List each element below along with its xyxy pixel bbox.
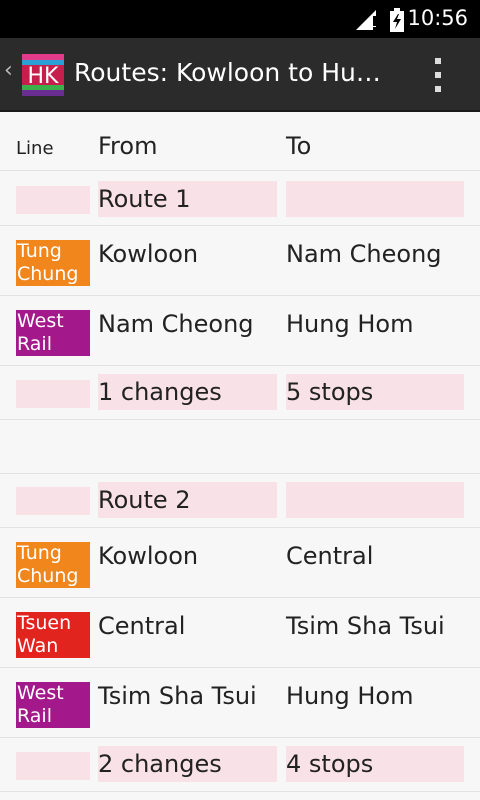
line-badge: Tung Chung [16,542,90,588]
table-row[interactable]: Tsuen Wan Central Tsim Sha Tsui [0,598,480,668]
spacer-row [0,420,480,474]
table-row[interactable]: Tung Chung Kowloon Central [0,528,480,598]
route-summary-row: 2 changes 4 stops [0,738,480,792]
stops-count: 5 stops [286,378,374,406]
to-station: Nam Cheong [286,240,442,268]
route-empty-cell [286,482,464,518]
changes-count: 1 changes [98,378,222,406]
table-row[interactable]: West Rail Tsim Sha Tsui Hung Hom [0,668,480,738]
clock: 10:56 [407,6,468,30]
from-station: Tsim Sha Tsui [98,682,257,710]
status-bar: 10:56 [0,0,480,38]
empty-line-cell [16,186,90,214]
table-row[interactable]: Tung Chung Kowloon Nam Cheong [0,226,480,296]
action-bar: ‹ HK Routes: Kowloon to Hun… [0,38,480,112]
stops-count: 4 stops [286,750,374,778]
changes-count: 2 changes [98,750,222,778]
line-badge: Tung Chung [16,240,90,286]
to-station: Hung Hom [286,310,414,338]
from-station: Kowloon [98,542,199,570]
table-row[interactable]: West Rail Nam Cheong Hung Hom [0,296,480,366]
page-title: Routes: Kowloon to Hun… [74,58,394,87]
route-header-row: Route 1 [0,171,480,226]
empty-line-cell [16,487,90,515]
overflow-menu-icon[interactable] [428,56,448,94]
table-header: Line From To [0,112,480,171]
signal-icon [356,10,376,30]
battery-charging-icon [390,8,404,32]
route-empty-cell [286,181,464,217]
from-station: Central [98,612,186,640]
header-line: Line [16,138,54,159]
to-station: Tsim Sha Tsui [286,612,445,640]
route-label: Route 2 [98,486,191,514]
header-to: To [286,132,312,160]
route-label: Route 1 [98,185,191,213]
header-from: From [98,132,158,160]
line-badge: Tsuen Wan [16,612,90,658]
app-icon[interactable]: HK [22,54,64,96]
line-badge: West Rail [16,682,90,728]
app-icon-text: HK [28,64,60,89]
empty-line-cell [16,752,90,780]
empty-line-cell [16,380,90,408]
back-chevron-icon[interactable]: ‹ [4,58,13,83]
from-station: Kowloon [98,240,199,268]
to-station: Hung Hom [286,682,414,710]
line-badge: West Rail [16,310,90,356]
to-station: Central [286,542,374,570]
route-summary-row: 1 changes 5 stops [0,366,480,420]
route-header-row: Route 2 [0,474,480,528]
from-station: Nam Cheong [98,310,254,338]
routes-table: Line From To Route 1 Tung Chung Kowloon … [0,112,480,800]
